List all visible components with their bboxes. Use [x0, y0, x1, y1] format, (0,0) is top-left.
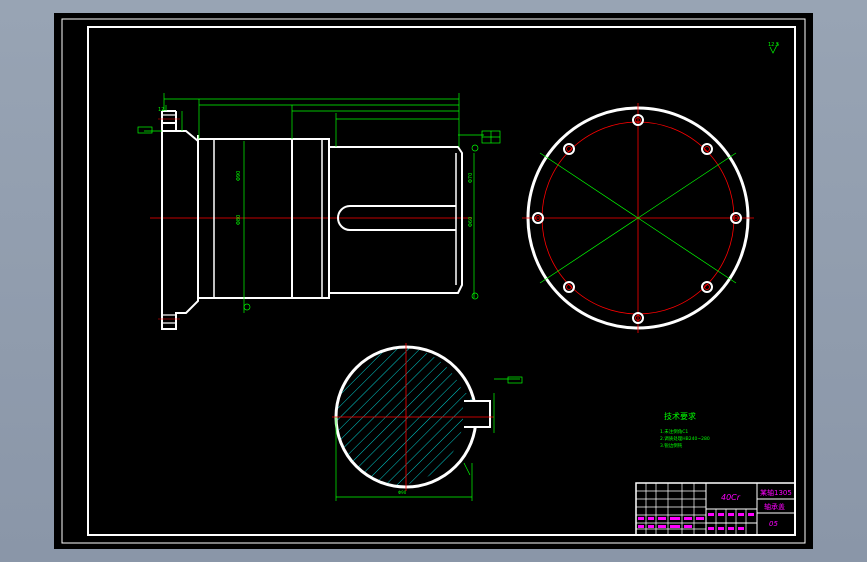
note-line-3: 3.锐边倒钝 — [660, 442, 683, 449]
note-line-2: 2.调质处理HB240~280 — [660, 435, 710, 442]
cad-viewport[interactable]: Φ90 Φ80 Φ70 Φ60 12 12.5 Φ90 技术要求 1.未注倒角C… — [54, 13, 813, 549]
bolt-hole-top-right — [701, 143, 713, 155]
material-label: 40Cr — [721, 493, 741, 502]
notes-heading: 技术要求 — [664, 411, 696, 421]
datum-box-left — [137, 126, 153, 134]
dim-text-1: Φ90 — [236, 171, 242, 181]
dim-text-3: Φ70 — [468, 173, 474, 183]
bolt-hole-top-left — [563, 143, 575, 155]
flange-step — [162, 122, 177, 131]
side-view-dimensions — [144, 93, 484, 313]
section-keyway — [464, 400, 491, 428]
section-view[interactable]: Φ90 — [332, 343, 523, 501]
flange-outline — [161, 130, 176, 330]
datum-circle-b — [471, 292, 479, 300]
datum-circle-a — [243, 303, 251, 311]
roughness-symbol: 12.5 — [768, 42, 779, 54]
note-line-1: 1.未注倒角C1 — [660, 428, 688, 435]
end-view[interactable] — [522, 103, 754, 333]
dim-text-5: 12 — [158, 107, 164, 113]
technical-notes: 技术要求 1.未注倒角C1 2.调质处理HB240~280 3.锐边倒钝 — [660, 411, 710, 449]
svg-text:Φ90: Φ90 — [398, 490, 407, 495]
flange-body — [161, 110, 199, 330]
bolt-hole-bottom-left — [563, 281, 575, 293]
datum-circle-c — [471, 144, 479, 152]
side-view[interactable]: Φ90 Φ80 Φ70 Φ60 12 — [137, 93, 501, 330]
bolt-hole-bottom-right — [701, 281, 713, 293]
drawing-number-label: 05 — [769, 520, 778, 528]
cad-drawing-sheet: Φ90 Φ80 Φ70 Φ60 12 12.5 Φ90 技术要求 1.未注倒角C… — [61, 18, 806, 544]
svg-text:12.5: 12.5 — [768, 42, 779, 48]
project-label: 某轴1305 — [760, 488, 792, 497]
part-name-label: 轴承盖 — [764, 502, 785, 511]
dim-text-2: Φ80 — [236, 215, 242, 225]
dim-text-4: Φ60 — [468, 217, 474, 227]
